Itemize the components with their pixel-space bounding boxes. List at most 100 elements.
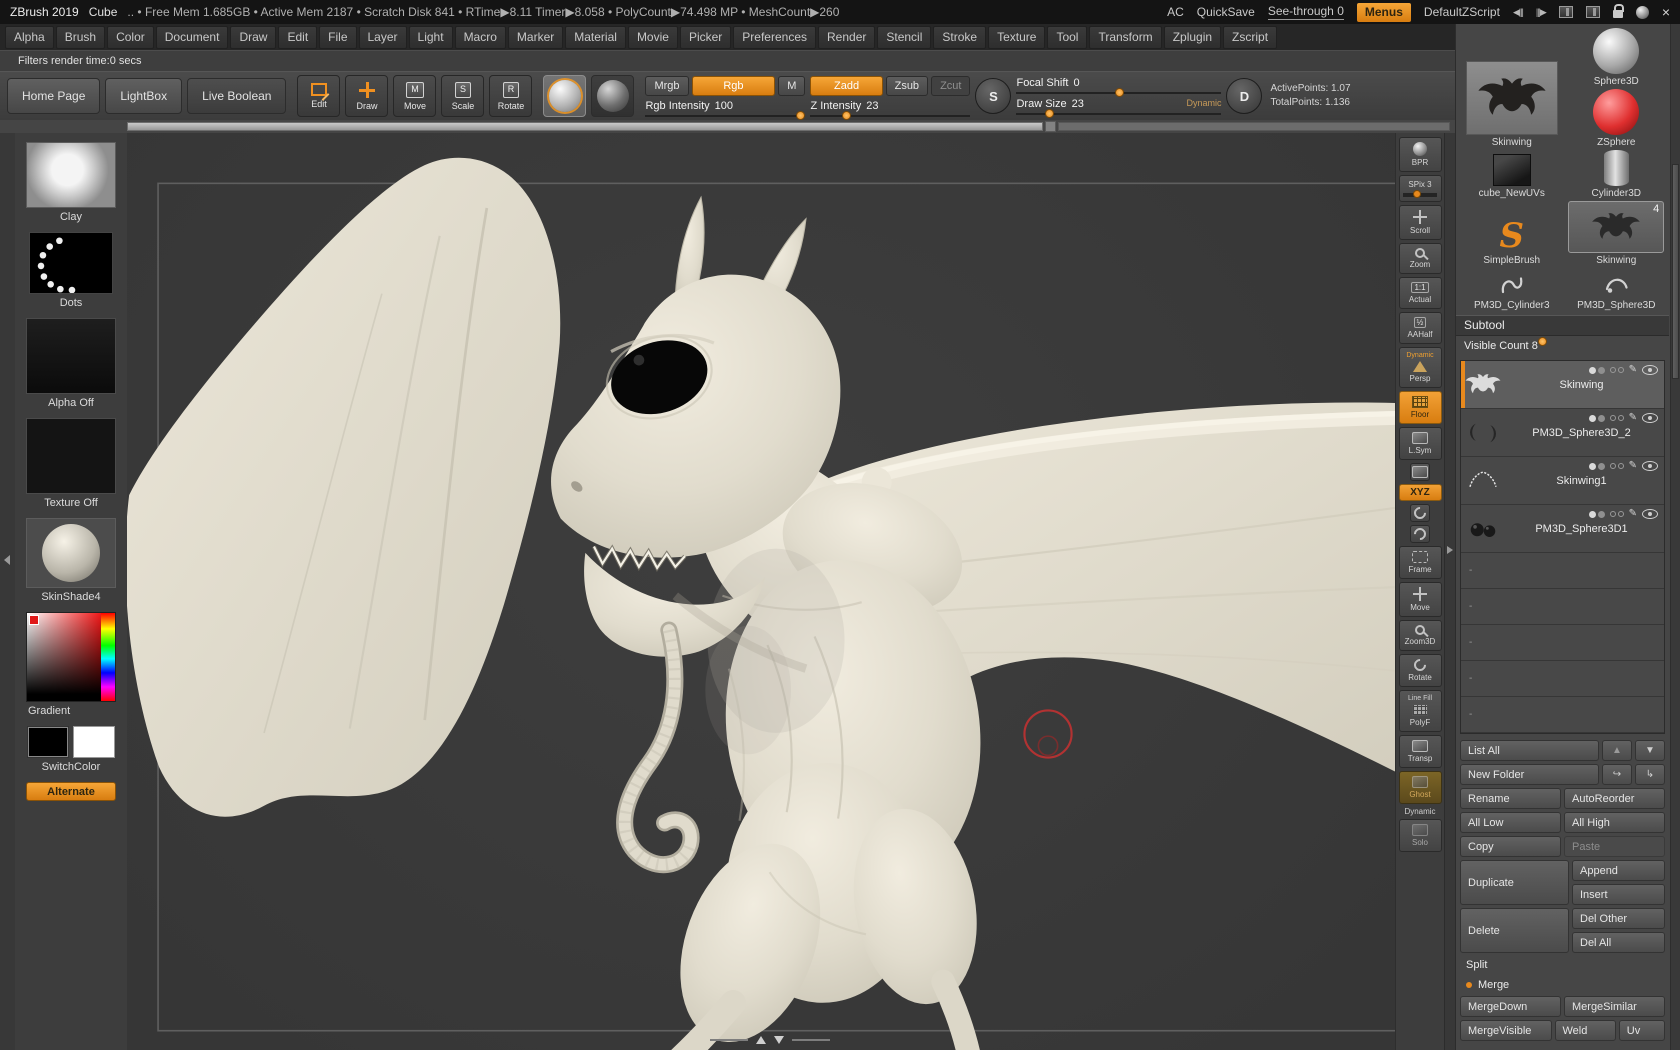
zoom3d-button[interactable]: Zoom3D xyxy=(1399,620,1442,651)
tool-item-cylinder3d[interactable]: Cylinder3D xyxy=(1567,150,1667,199)
floor-button[interactable]: Floor xyxy=(1399,391,1442,424)
menu-item-stencil[interactable]: Stencil xyxy=(877,26,931,49)
sculpt-model[interactable] xyxy=(127,133,1395,1050)
lock-icon[interactable] xyxy=(1613,10,1623,18)
menu-item-edit[interactable]: Edit xyxy=(278,26,317,49)
subtool-section-header[interactable]: Subtool xyxy=(1456,315,1669,336)
new-folder-button[interactable]: New Folder xyxy=(1460,764,1599,785)
menu-item-material[interactable]: Material xyxy=(565,26,626,49)
rgb-button[interactable]: Rgb xyxy=(692,76,776,96)
menu-item-document[interactable]: Document xyxy=(156,26,229,49)
subtool-empty-slot[interactable]: - xyxy=(1461,625,1664,661)
split-section[interactable]: Split xyxy=(1460,956,1665,973)
move-up-button[interactable]: ▲ xyxy=(1602,740,1632,761)
nav-down-icon[interactable] xyxy=(774,1036,784,1044)
material-sphere-icon[interactable] xyxy=(1636,6,1649,19)
polypaint-toggle-icon[interactable] xyxy=(1589,463,1605,470)
uv-toggle-icon[interactable] xyxy=(1610,367,1624,373)
spix-handle[interactable] xyxy=(1413,190,1421,198)
skinshade-thumb[interactable] xyxy=(26,518,116,588)
frame-button[interactable]: Frame xyxy=(1399,546,1442,579)
uv-toggle-icon[interactable] xyxy=(1610,511,1624,517)
polypaint-toggle-icon[interactable] xyxy=(1589,511,1605,518)
z-intensity-slider[interactable]: Z Intensity 23 xyxy=(810,100,970,117)
merge-down-button[interactable]: MergeDown xyxy=(1460,996,1561,1017)
rgb-intensity-slider[interactable]: Rgb Intensity 100 xyxy=(645,100,805,117)
alpha-selector[interactable]: Alpha Off xyxy=(26,318,116,409)
subtool-row-pm3d-sphere3d-2[interactable]: ✎ PM3D_Sphere3D_2 xyxy=(1461,409,1664,457)
rename-button[interactable]: Rename xyxy=(1460,788,1561,809)
zoom-button[interactable]: Zoom xyxy=(1399,243,1442,274)
edit-button[interactable]: Edit xyxy=(297,75,340,117)
pivot-button[interactable] xyxy=(1410,463,1430,481)
default-zscript-button[interactable]: DefaultZScript xyxy=(1424,5,1500,19)
focal-shift-ring-button[interactable]: S xyxy=(975,78,1011,114)
canvas-bottom-nav[interactable] xyxy=(710,1036,830,1044)
solo-button[interactable]: Solo xyxy=(1399,819,1442,852)
panel-scrollbar[interactable] xyxy=(1670,24,1680,1050)
duplicate-button[interactable]: Duplicate xyxy=(1460,860,1569,905)
draw-button[interactable]: Draw xyxy=(345,75,388,117)
insert-button[interactable]: Insert xyxy=(1572,884,1665,905)
slider-handle[interactable] xyxy=(1045,109,1054,118)
saturation-square[interactable] xyxy=(27,613,101,701)
current-material-button[interactable] xyxy=(543,75,586,117)
switch-color[interactable]: SwitchColor xyxy=(27,726,115,773)
menu-item-brush[interactable]: Brush xyxy=(56,26,105,49)
menu-item-zscript[interactable]: Zscript xyxy=(1223,26,1277,49)
copy-button[interactable]: Copy xyxy=(1460,836,1561,857)
brush-selector[interactable]: Clay xyxy=(26,142,116,223)
menu-item-texture[interactable]: Texture xyxy=(988,26,1045,49)
move-button[interactable]: M Move xyxy=(393,75,436,117)
main-color-swatch[interactable] xyxy=(27,726,69,758)
dots-stroke-thumb[interactable] xyxy=(29,232,113,294)
uv-button[interactable]: Uv xyxy=(1619,1020,1665,1041)
menu-item-tool[interactable]: Tool xyxy=(1047,26,1087,49)
uv-toggle-icon[interactable] xyxy=(1610,463,1624,469)
tool-item-cube-newuvs[interactable]: cube_NewUVs xyxy=(1462,150,1562,199)
texture-off-thumb[interactable] xyxy=(26,418,116,494)
menu-item-macro[interactable]: Macro xyxy=(455,26,506,49)
subtool-row-skinwing[interactable]: ✎ Skinwing xyxy=(1461,361,1664,409)
brush-icon[interactable]: ✎ xyxy=(1629,365,1637,375)
merge-similar-button[interactable]: MergeSimilar xyxy=(1564,996,1665,1017)
scrollbar-thumb[interactable] xyxy=(127,122,1043,131)
brush-icon[interactable]: ✎ xyxy=(1629,461,1637,471)
tool-item-pm3d-sphere3d[interactable]: PM3D_Sphere3D xyxy=(1567,268,1667,311)
uv-toggle-icon[interactable] xyxy=(1610,415,1624,421)
visibility-eye-icon[interactable] xyxy=(1642,413,1658,423)
merge-visible-button[interactable]: MergeVisible xyxy=(1460,1020,1552,1041)
zsub-button[interactable]: Zsub xyxy=(886,76,928,96)
merge-section[interactable]: Merge xyxy=(1460,976,1665,993)
slider-handle[interactable] xyxy=(842,111,851,120)
ac-button[interactable]: AC xyxy=(1167,5,1184,19)
move-down-button[interactable]: ▼ xyxy=(1635,740,1665,761)
slider-handle[interactable] xyxy=(1538,337,1547,346)
zcut-button[interactable]: Zcut xyxy=(931,76,970,96)
home-page-button[interactable]: Home Page xyxy=(7,78,100,114)
subtool-empty-slot[interactable]: - xyxy=(1461,589,1664,625)
tool-item-pm3d-cylinder3[interactable]: PM3D_Cylinder3 xyxy=(1462,268,1562,311)
menu-item-alpha[interactable]: Alpha xyxy=(5,26,54,49)
stroke-selector[interactable]: Dots xyxy=(29,232,113,309)
rotate-ccw-icon-button[interactable] xyxy=(1410,525,1430,543)
subtool-row-skinwing1[interactable]: ✎ Skinwing1 xyxy=(1461,457,1664,505)
tool-item-zsphere[interactable]: ZSphere xyxy=(1567,89,1667,148)
menu-item-layer[interactable]: Layer xyxy=(359,26,407,49)
tray-arrow-icon[interactable] xyxy=(1447,546,1453,554)
tool-item-sphere3d[interactable]: Sphere3D xyxy=(1567,28,1667,87)
subtool-empty-slot[interactable]: - xyxy=(1461,661,1664,697)
tray-collapse-arrow-icon[interactable] xyxy=(4,555,10,565)
menu-item-movie[interactable]: Movie xyxy=(628,26,678,49)
menu-item-preferences[interactable]: Preferences xyxy=(733,26,816,49)
brush-icon[interactable]: ✎ xyxy=(1629,509,1637,519)
mrgb-button[interactable]: Mrgb xyxy=(645,76,688,96)
see-through-slider[interactable]: See-through 0 xyxy=(1268,4,1344,20)
close-icon[interactable]: × xyxy=(1662,5,1670,19)
polypaint-toggle-icon[interactable] xyxy=(1589,367,1605,374)
polyframe-button[interactable]: Line Fill PolyF xyxy=(1399,690,1442,732)
live-boolean-button[interactable]: Live Boolean xyxy=(187,78,286,114)
panel-left-icon[interactable] xyxy=(1559,6,1573,18)
color-picker[interactable]: Gradient xyxy=(26,612,116,717)
list-all-button[interactable]: List All xyxy=(1460,740,1599,761)
